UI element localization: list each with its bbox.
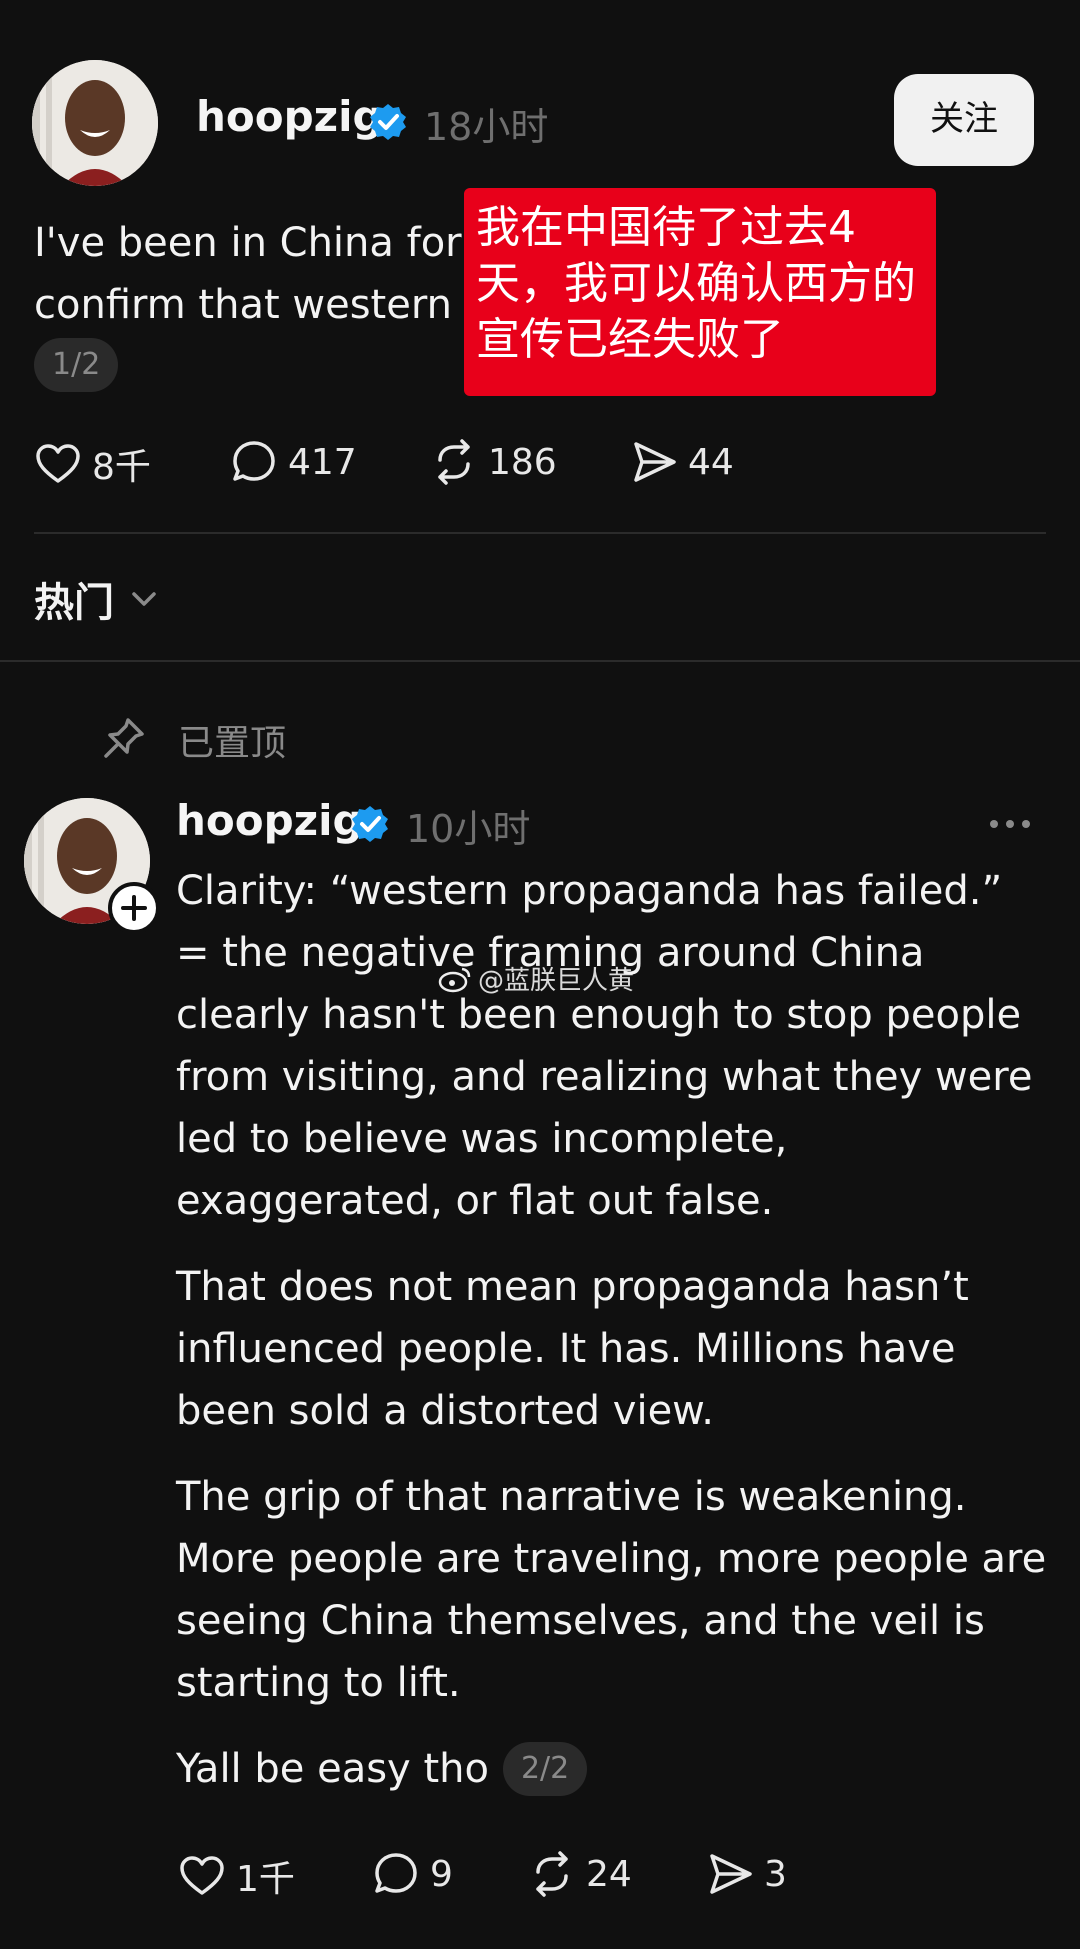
post-text-line-1: I've been in China for t xyxy=(34,220,491,266)
share-icon xyxy=(634,442,676,482)
reply-like-button[interactable]: 1千 xyxy=(178,1850,295,1902)
post-repost-button[interactable]: 186 xyxy=(430,438,557,486)
watermark: @蓝朕巨人黄 xyxy=(438,960,634,997)
repost-icon xyxy=(536,1851,568,1897)
reply-like-count: 1千 xyxy=(236,1859,295,1900)
post-text-line-2: confirm that western p xyxy=(34,282,491,328)
share-icon xyxy=(710,1854,752,1894)
reply-share-count: 3 xyxy=(764,1853,787,1895)
post-reply-count: 417 xyxy=(288,441,357,483)
verified-badge-icon xyxy=(352,806,388,842)
comment-icon xyxy=(233,441,275,481)
chevron-down-icon xyxy=(132,592,156,606)
reply-repost-count: 24 xyxy=(586,1853,632,1895)
sort-dropdown[interactable]: 热门 xyxy=(34,570,160,628)
post-like-count: 8千 xyxy=(92,447,151,488)
reply-body: Clarity: “western propaganda has failed.… xyxy=(176,860,1048,1800)
pin-icon xyxy=(104,718,144,758)
heart-icon xyxy=(180,1856,224,1895)
reply-last-line: Yall be easy tho xyxy=(176,1746,489,1792)
more-icon[interactable] xyxy=(986,812,1034,836)
post-share-button[interactable]: 44 xyxy=(630,438,734,486)
reply-timestamp: 10小时 xyxy=(406,807,531,851)
heart-icon xyxy=(36,444,80,483)
translation-overlay: 我在中国待了过去4天，我可以确认西方的宣传已经失败了 xyxy=(464,188,936,396)
reply-reply-button[interactable]: 9 xyxy=(372,1850,453,1898)
post-divider xyxy=(34,532,1046,534)
comment-icon xyxy=(375,1853,417,1893)
post-reply-button[interactable]: 417 xyxy=(230,438,357,486)
follow-button[interactable]: 关注 xyxy=(894,74,1034,166)
reply-share-button[interactable]: 3 xyxy=(706,1850,787,1898)
post-repost-count: 186 xyxy=(488,441,557,483)
reply-reply-count: 9 xyxy=(430,1853,453,1895)
verified-badge-icon xyxy=(370,104,406,140)
reply-page-indicator: 2/2 xyxy=(502,1742,588,1796)
post-author-avatar[interactable] xyxy=(32,60,158,186)
post-like-button[interactable]: 8千 xyxy=(34,438,151,490)
plus-icon xyxy=(121,895,147,921)
post-timestamp: 18小时 xyxy=(424,105,549,149)
reply-username[interactable]: hoopzig xyxy=(176,796,363,845)
sort-label: 热门 xyxy=(34,580,114,626)
weibo-icon xyxy=(438,967,471,992)
post-page-indicator: 1/2 xyxy=(34,338,119,392)
section-divider xyxy=(0,660,1080,662)
reply-paragraph-3: The grip of that narrative is weakening.… xyxy=(176,1474,1047,1706)
post-share-count: 44 xyxy=(688,441,734,483)
reply-paragraph-2: That does not mean propaganda hasn’t inf… xyxy=(176,1264,969,1434)
reply-paragraph-1: Clarity: “western propaganda has failed.… xyxy=(176,868,1033,1224)
follow-plus-button[interactable] xyxy=(108,882,160,934)
watermark-text: @蓝朕巨人黄 xyxy=(478,966,635,996)
pinned-label: 已置顶 xyxy=(178,723,287,764)
repost-icon xyxy=(438,439,470,485)
reply-repost-button[interactable]: 24 xyxy=(528,1850,632,1898)
post-username[interactable]: hoopzig xyxy=(196,92,383,141)
